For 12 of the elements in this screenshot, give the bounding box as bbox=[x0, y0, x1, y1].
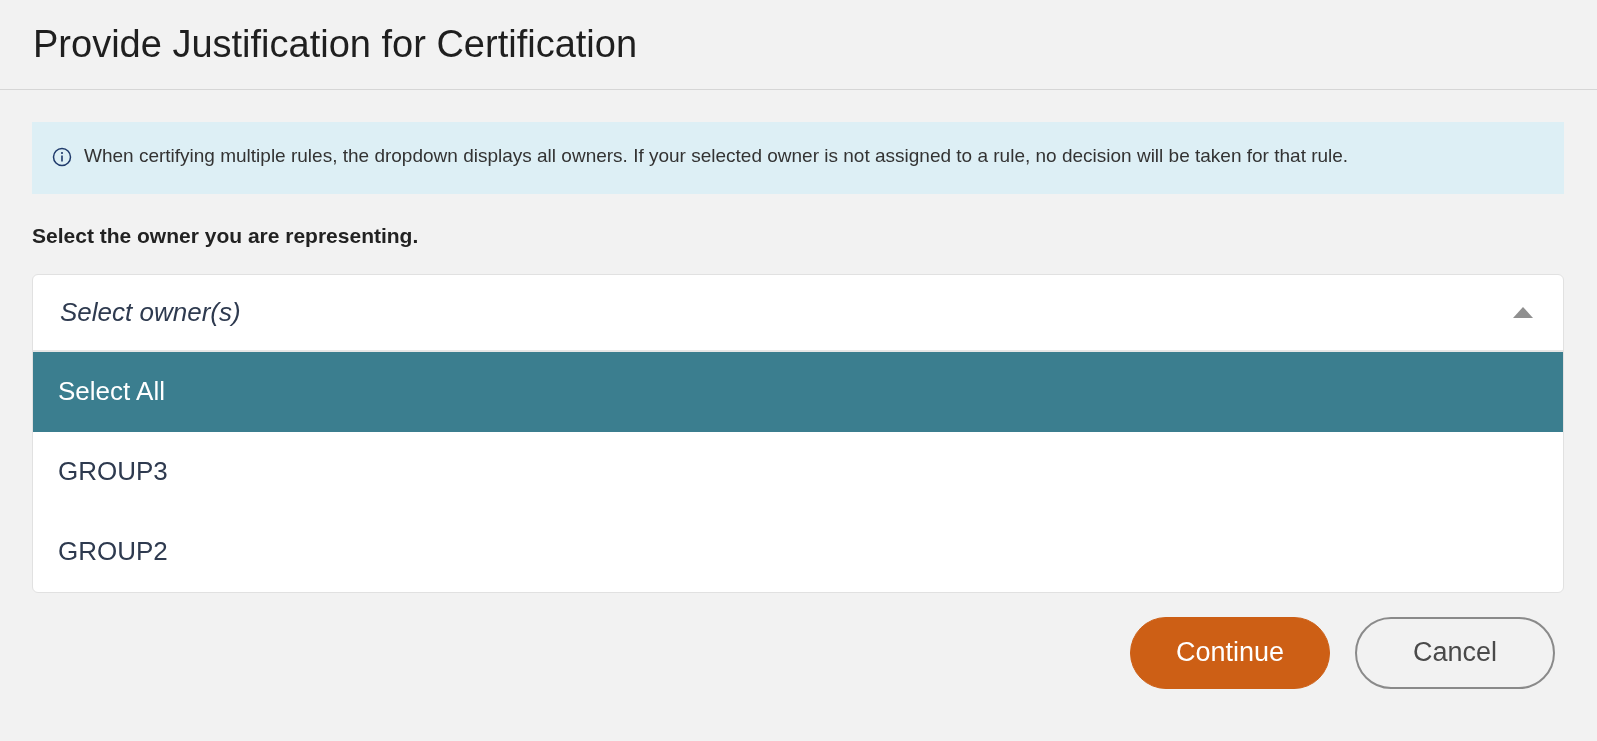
field-label: Select the owner you are representing. bbox=[32, 223, 420, 249]
cancel-button[interactable]: Cancel bbox=[1355, 616, 1555, 689]
continue-button[interactable]: Continue bbox=[1130, 616, 1330, 689]
dialog-title: Provide Justification for Certification bbox=[33, 21, 638, 67]
dropdown-option[interactable]: Select All bbox=[33, 351, 1563, 432]
owner-dropdown[interactable]: Select owner(s) Select All GROUP3 GROUP2 bbox=[32, 273, 1564, 593]
dropdown-placeholder: Select owner(s) bbox=[60, 295, 241, 329]
dropdown-option[interactable]: GROUP3 bbox=[33, 431, 1563, 512]
dropdown-option[interactable]: GROUP2 bbox=[33, 511, 1563, 592]
info-message: When certifying multiple rules, the dropdown displays all owners. If your selected owner is not assigned to a rule, no decision will be taken for that rule. bbox=[84, 144, 1349, 168]
info-icon bbox=[52, 147, 72, 167]
caret-icon[interactable] bbox=[1513, 307, 1533, 319]
